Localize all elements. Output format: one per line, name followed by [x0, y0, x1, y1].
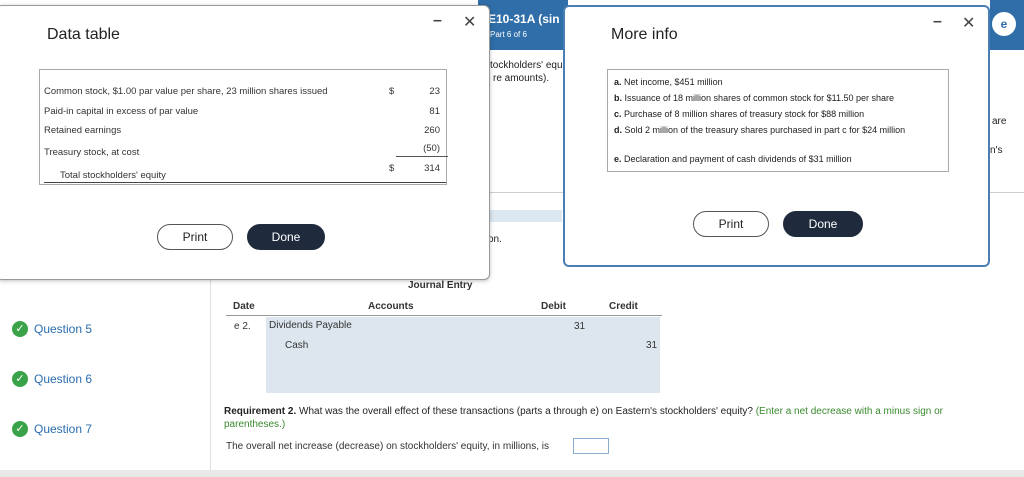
- header-rule: [226, 315, 662, 316]
- list-item: c. Purchase of 8 million shares of treas…: [614, 109, 940, 120]
- bg-text-on: on.: [488, 234, 502, 245]
- table-row-value: 314: [424, 163, 440, 174]
- debit-cell: 31: [574, 321, 586, 332]
- problem-title: E10-31A (sin: [488, 12, 560, 26]
- problem-header: E10-31A (sin Part 6 of 6: [478, 0, 568, 50]
- account-cell: Cash: [285, 340, 309, 351]
- table-row-value: 23: [429, 86, 440, 97]
- answer-input[interactable]: [573, 438, 609, 454]
- table-row-label: Total stockholders' equity: [60, 170, 166, 181]
- bottom-strip: [0, 470, 1024, 477]
- help-badge[interactable]: e: [992, 12, 1016, 36]
- print-button[interactable]: Print: [693, 211, 769, 237]
- data-table-dialog: Data table – ✕ Common stock, $1.00 par v…: [0, 5, 490, 280]
- table-row-value: 260: [424, 125, 440, 136]
- bg-text-are: are: [992, 116, 1007, 127]
- dollar-sign: $: [389, 163, 395, 174]
- credit-cell: 31: [646, 340, 658, 351]
- column-header-debit: Debit: [541, 301, 566, 312]
- table-row-value: 81: [429, 106, 440, 117]
- total-rule: [44, 182, 446, 183]
- answer-prompt: The overall net increase (decrease) on s…: [226, 441, 549, 452]
- column-header-date: Date: [233, 301, 255, 312]
- entry-label: e 2.: [234, 321, 251, 332]
- bg-text-amounts: re amounts).: [493, 73, 550, 84]
- close-icon[interactable]: ✕: [463, 12, 476, 32]
- header-right: e: [990, 0, 1024, 50]
- item-text: Sold 2 million of the treasury shares pu…: [624, 125, 906, 135]
- sidebar-item-question-6[interactable]: ✓ Question 6: [12, 370, 92, 388]
- subtotal-rule: [396, 156, 448, 157]
- item-text: Issuance of 18 million shares of common …: [624, 93, 894, 103]
- item-text: Purchase of 8 million shares of treasury…: [624, 109, 865, 119]
- check-icon: ✓: [12, 321, 28, 337]
- done-button[interactable]: Done: [783, 211, 863, 237]
- question-label: Question 7: [34, 422, 93, 436]
- requirement-label: Requirement 2.: [224, 406, 297, 417]
- sidebar-divider: [210, 280, 211, 470]
- dialog-title: More info: [611, 26, 678, 43]
- print-button[interactable]: Print: [157, 224, 233, 250]
- item-letter: e.: [614, 154, 622, 164]
- equity-table: Common stock, $1.00 par value per share,…: [39, 69, 448, 185]
- item-letter: d.: [614, 125, 622, 135]
- bg-highlight-bar: [490, 210, 562, 222]
- minimize-icon[interactable]: –: [433, 12, 442, 30]
- question-label: Question 6: [34, 372, 93, 386]
- table-row-label: Treasury stock, at cost: [44, 147, 140, 158]
- item-text: Declaration and payment of cash dividend…: [624, 154, 852, 164]
- account-cell: Dividends Payable: [269, 320, 352, 331]
- check-icon: ✓: [12, 371, 28, 387]
- list-item: d. Sold 2 million of the treasury shares…: [614, 125, 914, 136]
- bg-text-ns: n's: [990, 145, 1003, 156]
- list-item: b. Issuance of 18 million shares of comm…: [614, 93, 940, 104]
- list-item: a. Net income, $451 million: [614, 77, 940, 88]
- requirement-text: Requirement 2. What was the overall effe…: [224, 405, 964, 431]
- problem-part: Part 6 of 6: [490, 30, 527, 39]
- table-row-value: (50): [423, 143, 440, 154]
- requirement-question: What was the overall effect of these tra…: [299, 406, 753, 417]
- column-header-accounts: Accounts: [368, 301, 414, 312]
- minimize-icon[interactable]: –: [933, 13, 942, 31]
- item-letter: c.: [614, 109, 622, 119]
- item-text: Net income, $451 million: [624, 77, 723, 87]
- sidebar-item-question-7[interactable]: ✓ Question 7: [12, 420, 92, 438]
- journal-entry-title: Journal Entry: [408, 280, 473, 291]
- bg-text-equity: tockholders' equ: [490, 60, 563, 71]
- close-icon[interactable]: ✕: [962, 13, 975, 33]
- table-row-label: Retained earnings: [44, 125, 122, 136]
- table-row-label: Common stock, $1.00 par value per share,…: [44, 86, 328, 97]
- sidebar-item-question-5[interactable]: ✓ Question 5: [12, 320, 92, 338]
- dollar-sign: $: [389, 86, 395, 97]
- column-header-credit: Credit: [609, 301, 638, 312]
- done-button[interactable]: Done: [247, 224, 325, 250]
- check-icon: ✓: [12, 421, 28, 437]
- list-item: e. Declaration and payment of cash divid…: [614, 154, 940, 165]
- item-letter: b.: [614, 93, 622, 103]
- table-row-label: Paid-in capital in excess of par value: [44, 106, 199, 117]
- more-info-dialog: More info – ✕ a. Net income, $451 millio…: [563, 5, 990, 267]
- question-label: Question 5: [34, 322, 93, 336]
- info-list: a. Net income, $451 million b. Issuance …: [607, 69, 949, 172]
- item-letter: a.: [614, 77, 622, 87]
- dialog-title: Data table: [47, 26, 120, 43]
